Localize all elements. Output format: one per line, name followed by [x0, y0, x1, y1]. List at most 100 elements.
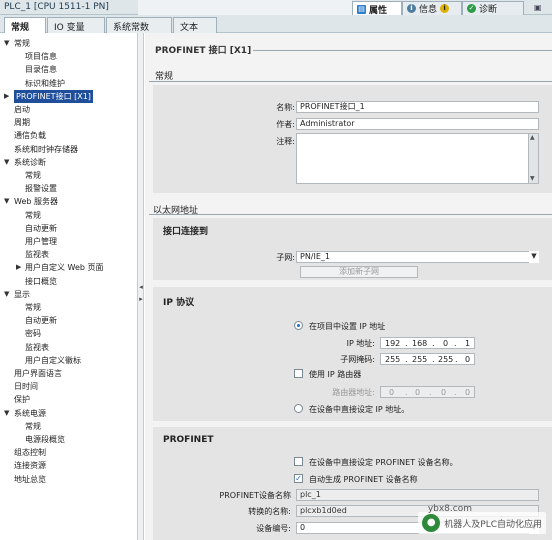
- tree-item[interactable]: 常规: [25, 301, 41, 314]
- subnet-mask-field[interactable]: 255 . 255 . 255 . 0: [380, 353, 475, 365]
- subtab-texts[interactable]: 文本: [173, 17, 217, 33]
- router-octet: 0: [389, 388, 395, 397]
- tab-info-label: 信息: [419, 5, 438, 15]
- expand-left-icon[interactable]: ◂: [138, 283, 144, 291]
- tree-item[interactable]: 报警设置: [25, 182, 57, 195]
- chevron-down-icon[interactable]: ▼: [529, 251, 539, 263]
- tree-item[interactable]: 监视表: [25, 248, 49, 261]
- name-label: 名称:: [276, 103, 295, 112]
- tree-item[interactable]: 常规: [25, 420, 41, 433]
- subtab-system-constants[interactable]: 系统常数: [106, 17, 172, 33]
- watermark-logo: ●: [422, 514, 441, 532]
- tree-item[interactable]: 监视表: [25, 341, 49, 354]
- interface-panel: 接口连接到 子网: PN/IE_1 ▼ 添加新子网: [153, 218, 552, 280]
- ip-dot: .: [432, 339, 435, 348]
- tree-item[interactable]: 保护: [14, 393, 30, 406]
- tree-item[interactable]: 周期: [14, 116, 30, 129]
- tree-item[interactable]: 用户界面语言: [14, 367, 62, 380]
- tree-item[interactable]: 显示: [14, 288, 30, 301]
- tree-item[interactable]: 通信负载: [14, 129, 46, 142]
- general-panel: 名称: PROFINET接口_1 作者: Administrator 注释: ▲…: [153, 85, 552, 193]
- tree-item[interactable]: Web 服务器: [14, 195, 58, 208]
- title-bar: PLC_1 [CPU 1511-1 PN] ▤ 属性 i 信息 i ✓ 诊断 ▣: [0, 0, 552, 16]
- ip-dot: .: [405, 339, 408, 348]
- mask-dot: .: [455, 355, 458, 364]
- tab-info[interactable]: i 信息 i: [402, 1, 462, 15]
- tree-item[interactable]: 地址总览: [14, 473, 46, 486]
- collapse-icon[interactable]: ▶: [4, 90, 12, 103]
- tree-item[interactable]: 常规: [25, 209, 41, 222]
- name-field[interactable]: PROFINET接口_1: [296, 101, 539, 113]
- tab-properties-label: 属性: [369, 5, 388, 16]
- tree-item[interactable]: 用户管理: [25, 235, 57, 248]
- expand-icon[interactable]: ▼: [4, 37, 12, 50]
- tree-item[interactable]: 启动: [14, 103, 30, 116]
- ip-octet: 168: [412, 339, 428, 348]
- author-label: 作者:: [276, 120, 295, 129]
- ip-protocol-panel: IP 协议 在项目中设置 IP 地址 IP 地址: 192 . 168 . 0 …: [153, 287, 552, 421]
- subtab-general[interactable]: 常规: [4, 17, 46, 34]
- author-field[interactable]: Administrator: [296, 118, 539, 130]
- navigation-tree: ▼ 常规 项目信息 目录信息 标识和维护 ▶ PROFINET接口 [X1] 启动 周期 通信负载…: [0, 33, 138, 540]
- tree-item[interactable]: 密码: [25, 327, 41, 340]
- router-dot: .: [405, 388, 408, 397]
- expand-icon[interactable]: ▼: [4, 407, 12, 420]
- tree-item[interactable]: 系统和时钟存储器: [14, 143, 78, 156]
- tree-item[interactable]: 目录信息: [25, 63, 57, 76]
- diagnostics-icon: ✓: [467, 4, 476, 13]
- watermark-text: 机器人及PLC自动化应用: [444, 519, 542, 530]
- set-name-on-device-checkbox[interactable]: [294, 457, 303, 466]
- subtab-general-label: 常规: [11, 23, 30, 33]
- tree-item[interactable]: 标识和维护: [25, 77, 65, 90]
- converted-name-label: 转换的名称:: [248, 507, 291, 516]
- tree-item[interactable]: 常规: [14, 37, 30, 50]
- scroll-down-icon[interactable]: ▼: [530, 175, 535, 182]
- collapse-inspector-icon[interactable]: ▣: [534, 3, 542, 12]
- ip-dot: .: [454, 339, 457, 348]
- subnet-dropdown[interactable]: PN/IE_1: [296, 251, 539, 263]
- mask-octet: 0: [465, 355, 471, 364]
- tree-item[interactable]: 系统电源: [14, 407, 46, 420]
- router-address-field: 0 . 0 . 0 . 0: [380, 386, 475, 398]
- splitter[interactable]: ◂ ▸: [138, 33, 144, 540]
- device-name-field[interactable]: plc_1: [296, 489, 539, 501]
- tree-item[interactable]: 接口概览: [25, 275, 57, 288]
- device-name-label: PROFINET设备名称: [219, 491, 291, 500]
- tree-item[interactable]: 自动更新: [25, 222, 57, 235]
- tab-properties[interactable]: ▤ 属性: [352, 1, 402, 16]
- section-header: PROFINET 接口 [X1]: [155, 46, 252, 56]
- expand-icon[interactable]: ▼: [4, 195, 12, 208]
- tree-item[interactable]: 组态控制: [14, 446, 46, 459]
- tree-item[interactable]: 系统诊断: [14, 156, 46, 169]
- properties-content: PROFINET 接口 [X1] 常规 名称: PROFINET接口_1 作者:…: [145, 33, 552, 540]
- comment-scrollbar[interactable]: ▲ ▼: [528, 134, 538, 183]
- tree-item[interactable]: 项目信息: [25, 50, 57, 63]
- tree-item[interactable]: 用户自定义徽标: [25, 354, 81, 367]
- expand-icon[interactable]: ▼: [4, 288, 12, 301]
- tree-item[interactable]: PROFINET接口 [X1]: [14, 89, 93, 103]
- auto-generate-name-label: 自动生成 PROFINET 设备名称: [309, 475, 418, 484]
- tree-item[interactable]: 用户自定义 Web 页面: [25, 261, 104, 274]
- ip-address-field[interactable]: 192 . 168 . 0 . 1: [380, 337, 475, 349]
- tree-item[interactable]: 电源段概览: [25, 433, 65, 446]
- comment-field[interactable]: [296, 133, 539, 184]
- collapse-right-icon[interactable]: ▸: [138, 295, 144, 303]
- auto-generate-name-checkbox[interactable]: ✓: [294, 474, 303, 483]
- tab-diagnostics[interactable]: ✓ 诊断: [462, 1, 524, 15]
- expand-icon[interactable]: ▼: [4, 156, 12, 169]
- radio-set-ip-in-project[interactable]: [294, 321, 303, 330]
- use-router-checkbox[interactable]: [294, 369, 303, 378]
- subnet-mask-label: 子网掩码:: [340, 355, 375, 364]
- tree-item[interactable]: 自动更新: [25, 314, 57, 327]
- tree-item[interactable]: 日时间: [14, 380, 38, 393]
- scroll-up-icon[interactable]: ▲: [530, 134, 535, 141]
- set-name-on-device-label: 在设备中直接设定 PROFINET 设备名称。: [309, 458, 458, 467]
- collapse-icon[interactable]: ▶: [16, 261, 24, 274]
- router-octet: 0: [465, 388, 471, 397]
- subtab-io-tags[interactable]: IO 变量: [47, 17, 105, 33]
- add-subnet-button[interactable]: 添加新子网: [300, 266, 418, 278]
- mask-octet: 255: [412, 355, 428, 364]
- tree-item[interactable]: 连接资源: [14, 459, 46, 472]
- radio-set-ip-on-device[interactable]: [294, 404, 303, 413]
- tree-item[interactable]: 常规: [25, 169, 41, 182]
